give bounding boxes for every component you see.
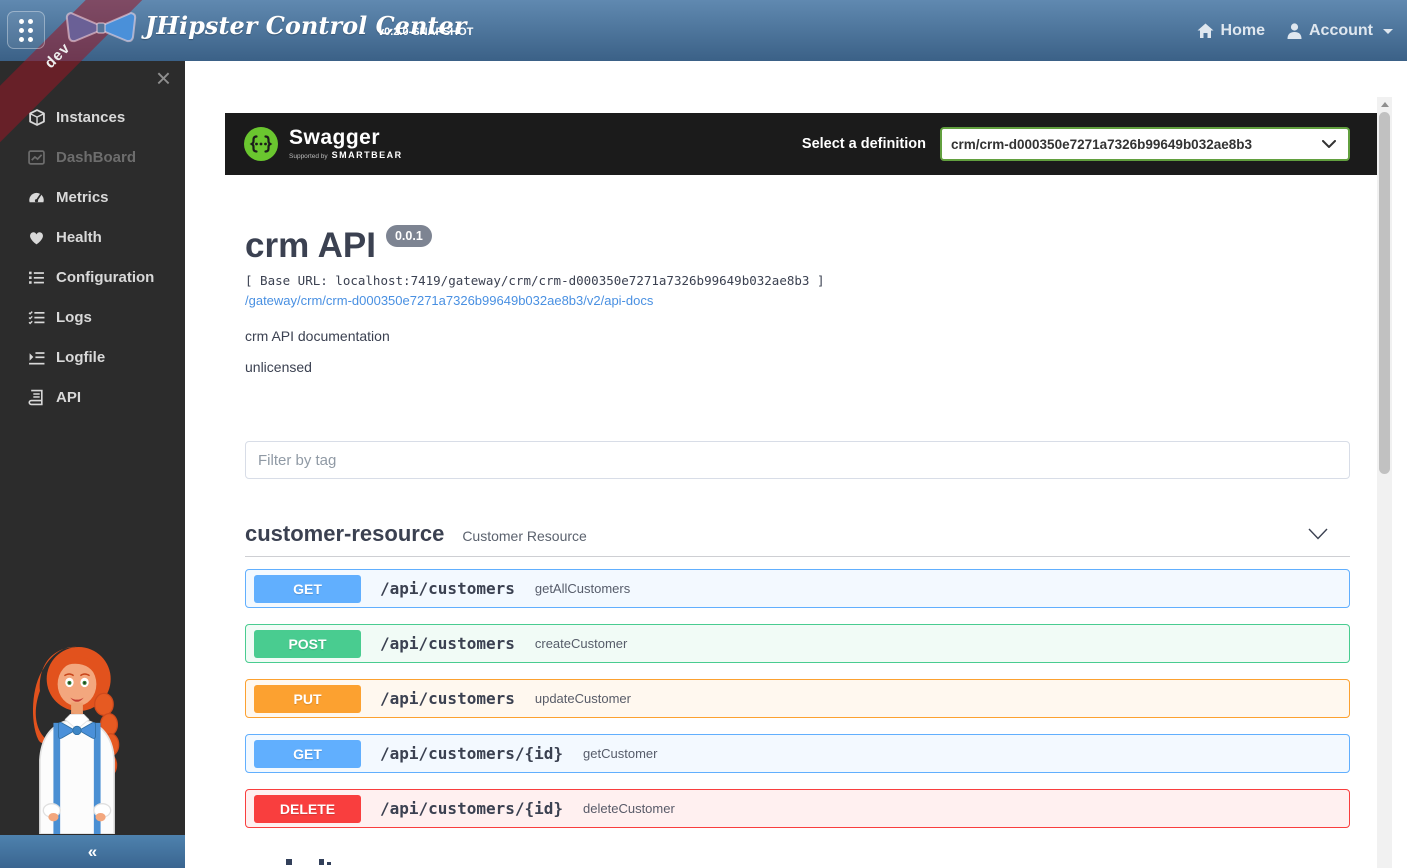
operation-row[interactable]: PUT /api/customers updateCustomer [245,679,1350,718]
http-method-badge: POST [254,630,361,658]
sidebar-close-icon[interactable]: × [156,63,171,93]
account-menu[interactable]: Account [1287,22,1393,40]
scrollbar-up-arrow[interactable] [1377,97,1392,112]
operation-row[interactable]: DELETE /api/customers/{id} deleteCustome… [245,789,1350,828]
api-version-badge: 0.0.1 [386,225,432,247]
jhipster-mascot-illustration [18,642,136,834]
operations-list: GET /api/customers getAllCustomers POST … [245,569,1350,828]
http-method-badge: DELETE [254,795,361,823]
sidebar-item-label: Instances [56,109,125,126]
home-nav-link[interactable]: Home [1197,22,1265,40]
sidebar-item[interactable]: Metrics [0,177,185,217]
content-scrollbar[interactable] [1377,97,1392,868]
list-icon [28,269,46,286]
sidebar-item-label: Health [56,229,102,246]
stream-icon [28,349,46,366]
swagger-logo-name: Swagger [289,127,403,148]
selected-definition-value: crm/crm-d000350e7271a7326b99649b032ae8b3 [951,137,1322,152]
supported-by-label: Supported by [289,154,328,161]
sidebar-item[interactable]: Logs [0,297,185,337]
operation-row[interactable]: GET /api/customers getAllCustomers [245,569,1350,608]
home-icon [1197,23,1214,39]
base-url: [ Base URL: localhost:7419/gateway/crm/c… [245,273,1350,288]
heart-icon [28,229,46,246]
endpoint-path: /api/customers [380,579,515,598]
api-description: crm API documentation [245,328,1350,344]
book-icon [28,389,46,406]
account-icon [1287,23,1302,39]
app-version: v0.2.0-SNAPSHOT [378,26,473,38]
api-license: unlicensed [245,359,1350,375]
home-label: Home [1221,22,1265,40]
swagger-topbar: Swagger Supported by SMARTBEAR Select a … [225,113,1377,175]
sidebar-item-label: Metrics [56,189,109,206]
definition-select[interactable]: crm/crm-d000350e7271a7326b99649b032ae8b3 [940,127,1350,161]
http-method-badge: GET [254,740,361,768]
operation-summary: createCustomer [535,636,627,651]
operation-row[interactable]: GET /api/customers/{id} getCustomer [245,734,1350,773]
endpoint-path: /api/customers/{id} [380,799,563,818]
sidebar-nav: Instances DashBoard Metrics Health Confi… [0,97,185,417]
operation-row[interactable]: POST /api/customers createCustomer [245,624,1350,663]
sidebar-item-label: Configuration [56,269,154,286]
operation-summary: updateCustomer [535,691,631,706]
sidebar-item[interactable]: Logfile [0,337,185,377]
collapse-icon: « [88,842,97,862]
tag-description: Customer Resource [462,524,587,544]
sidebar-item-label: Logs [56,309,92,326]
sidebar: × Instances DashBoard Metrics Health Con… [0,61,185,868]
spec-link[interactable]: /gateway/crm/crm-d000350e7271a7326b99649… [245,293,1350,308]
http-method-badge: GET [254,575,361,603]
operation-summary: deleteCustomer [583,801,675,816]
account-label: Account [1309,22,1373,40]
operation-summary: getAllCustomers [535,581,630,596]
swagger-logo: Swagger Supported by SMARTBEAR [243,126,403,162]
select-definition-label: Select a definition [802,136,926,152]
tag-section-header[interactable]: customer-resource Customer Resource [245,511,1350,557]
partial-next-section-heading [245,857,1350,865]
select-chevron-icon [1322,140,1336,148]
swagger-logo-icon [243,126,279,162]
sidebar-collapse-button[interactable]: « [0,835,185,868]
tag-name: customer-resource [245,521,444,547]
tasks-icon [28,309,46,326]
filter-by-tag-input[interactable] [245,441,1350,479]
api-title: crm API [245,225,376,263]
operation-summary: getCustomer [583,746,657,761]
sidebar-item-label: Logfile [56,349,105,366]
grid-dots-icon [19,19,33,42]
http-method-badge: PUT [254,685,361,713]
scrollbar-thumb[interactable] [1379,112,1390,474]
main-content: Swagger Supported by SMARTBEAR Select a … [185,61,1407,868]
sidebar-item[interactable]: DashBoard [0,137,185,177]
endpoint-path: /api/customers/{id} [380,744,563,763]
endpoint-path: /api/customers [380,689,515,708]
sidebar-item-label: DashBoard [56,149,136,166]
chevron-down-icon [1383,29,1393,34]
jhipster-bowtie-logo [63,9,139,47]
sidebar-item[interactable]: Configuration [0,257,185,297]
smartbear-label: SMARTBEAR [332,151,403,160]
sidebar-item-label: API [56,389,81,406]
sidebar-item[interactable]: API [0,377,185,417]
endpoint-path: /api/customers [380,634,515,653]
sidebar-item[interactable]: Health [0,217,185,257]
tachometer-icon [28,189,46,206]
chart-line-icon [28,149,46,166]
apps-menu-button[interactable] [7,11,45,49]
tag-chevron-down-icon [1308,528,1328,540]
